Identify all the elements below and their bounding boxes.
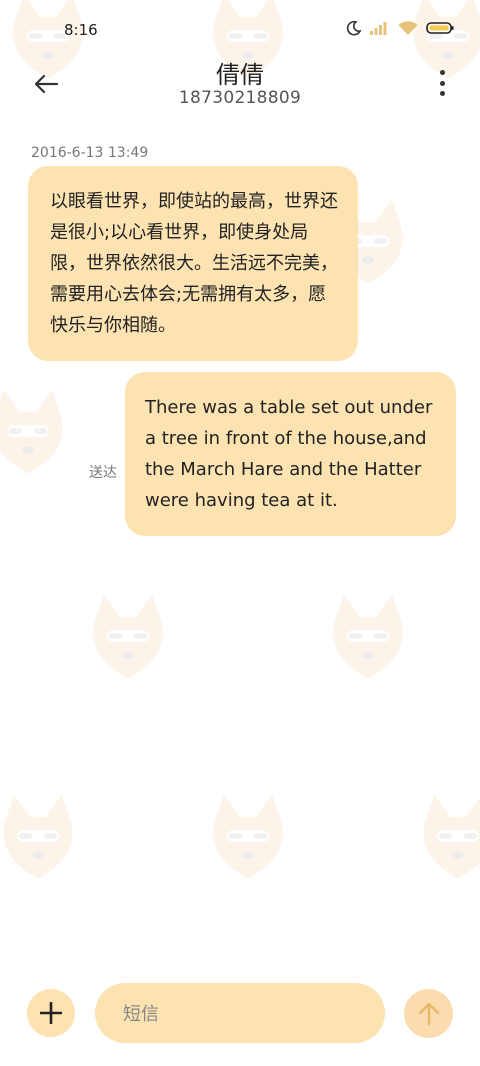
more-dot	[439, 80, 445, 86]
doge-wallpaper-icon	[333, 594, 403, 679]
contact-number: 18730218809	[178, 88, 302, 108]
message-input-placeholder: 短信	[123, 1004, 159, 1025]
attach-button[interactable]	[27, 989, 75, 1037]
incoming-message-bubble[interactable]: 以眼看世界，即使站的最高，世界还是很小;以心看世界，即使身处局限，世界依然很大。…	[28, 166, 358, 361]
doge-wallpaper-icon	[0, 389, 63, 474]
signal-icon	[370, 22, 387, 35]
moon-icon	[346, 20, 362, 36]
plus-icon	[40, 1002, 62, 1024]
status-bar: 8:16	[0, 0, 480, 62]
more-options-button[interactable]	[436, 70, 448, 96]
send-button[interactable]	[404, 989, 453, 1038]
send-arrow-icon	[418, 1002, 439, 1025]
doge-wallpaper-icon	[213, 794, 283, 879]
more-dot	[439, 91, 445, 96]
doge-wallpaper-icon	[423, 794, 480, 879]
message-timestamp: 2016-6-13 13:49	[31, 145, 149, 161]
contact-name: 倩倩	[216, 61, 264, 89]
doge-wallpaper-icon	[93, 594, 163, 679]
message-input[interactable]: 短信	[95, 983, 385, 1043]
doge-wallpaper-icon	[3, 794, 73, 879]
more-dot	[439, 70, 445, 75]
outgoing-message-bubble[interactable]: There was a table set out under a tree i…	[125, 372, 456, 536]
delivery-status: 送达	[89, 465, 117, 481]
status-icons	[346, 20, 454, 36]
battery-icon	[426, 22, 454, 34]
status-time: 8:16	[64, 21, 98, 39]
wifi-icon	[398, 20, 418, 35]
